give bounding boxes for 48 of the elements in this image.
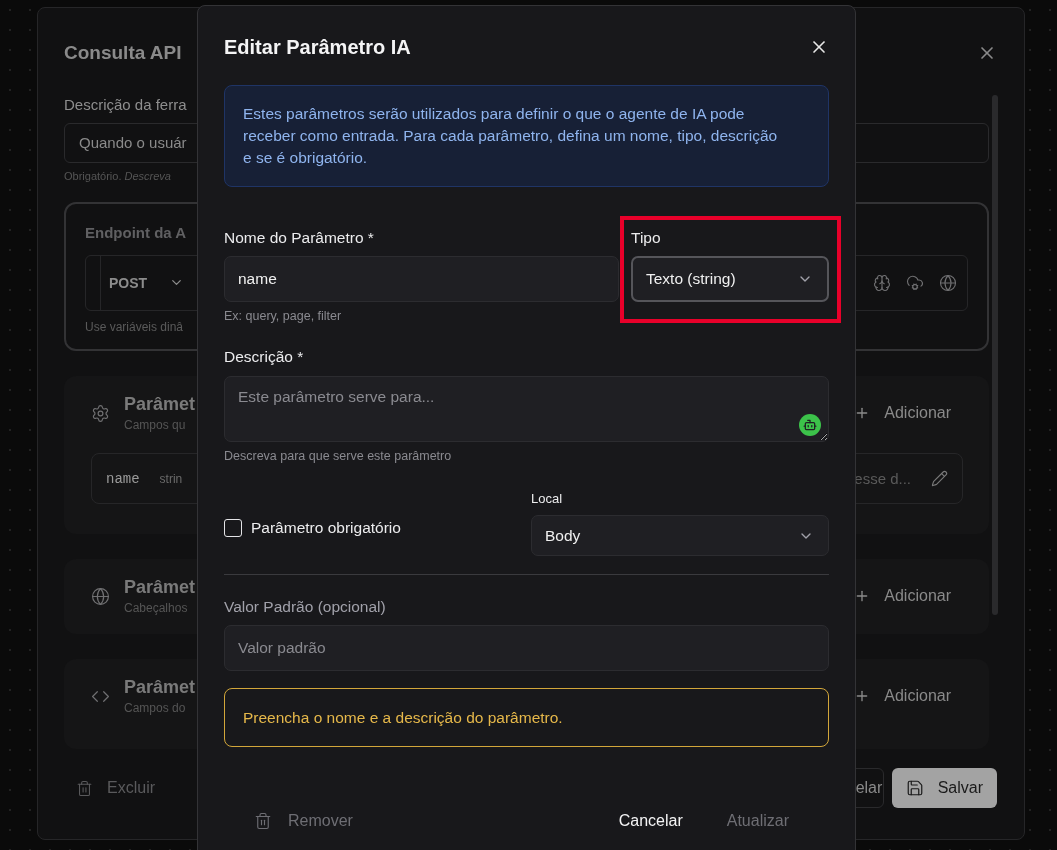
checkbox[interactable] [224,518,242,537]
card-subtitle: Cabeçalhos [124,601,189,616]
globe-icon[interactable] [939,273,957,292]
parameter-name: name [106,470,140,487]
globe-icon [91,586,110,606]
required-checkbox[interactable]: Parâmetro obrigatório [224,499,519,556]
card-subtitle: Campos qu [124,418,187,433]
parameter-type: strin [159,471,183,486]
scrollbar[interactable] [992,94,998,615]
info-message: Estes parâmetros serão utilizados para definir o que o agente de IA pode receber como entrada. Para cada parâmetro, defina um nome, tipo, descrição e se é obrigatório. [224,85,829,187]
field-label: Descrição da ferra [64,95,188,113]
save-icon [905,779,924,798]
card-title: Parâmet [124,577,196,599]
field-hint: Obrigatório. Descreva [64,169,172,182]
location-select[interactable]: Body [531,515,829,556]
warning-message: Preencha o nome e a descrição do parâmetro. [224,688,829,747]
default-value-field[interactable]: Valor padrão [224,625,829,671]
dialog-title: Consulta API [64,41,182,64]
field-label: Nome do Parâmetro * [224,229,375,247]
field-hint: Use variáveis dinâ [85,319,185,334]
parameter-description: esse d... [854,470,911,488]
edit-icon[interactable] [931,470,948,488]
cloud-icon[interactable] [906,273,924,292]
field-hint: Descreva para que serve este parâmetro [224,449,453,463]
description-field[interactable]: Este parâmetro serve para... [224,376,829,442]
add-button[interactable]: Adicionar [854,687,951,706]
field-label: Tipo [631,229,662,247]
settings-icon [91,403,110,423]
card-title: Parâmet [124,677,196,699]
add-button[interactable]: Adicionar [854,404,951,423]
trash-icon [76,779,93,797]
type-select[interactable]: Texto (string) [631,256,829,302]
field-label: Descrição * [224,348,305,366]
card-subtitle: Campos do [124,701,187,716]
name-field[interactable]: name [224,256,619,302]
card-title: Endpoint da A [85,223,187,241]
cancel-button[interactable]: Cancelar [618,808,683,834]
field-label: Valor Padrão (opcional) [224,598,387,616]
method-select[interactable]: POST [100,255,185,310]
dialog-title: Editar Parâmetro IA [224,35,411,59]
card-title: Parâmet [124,394,196,416]
brain-icon[interactable] [873,273,891,292]
field-label: Local [531,491,564,508]
field-hint: Ex: query, page, filter [224,309,343,323]
checkbox-label: Parâmetro obrigatório [251,518,401,537]
add-button[interactable]: Adicionar [854,587,951,606]
trash-icon [254,812,272,830]
save-button[interactable]: Salvar [891,768,997,809]
